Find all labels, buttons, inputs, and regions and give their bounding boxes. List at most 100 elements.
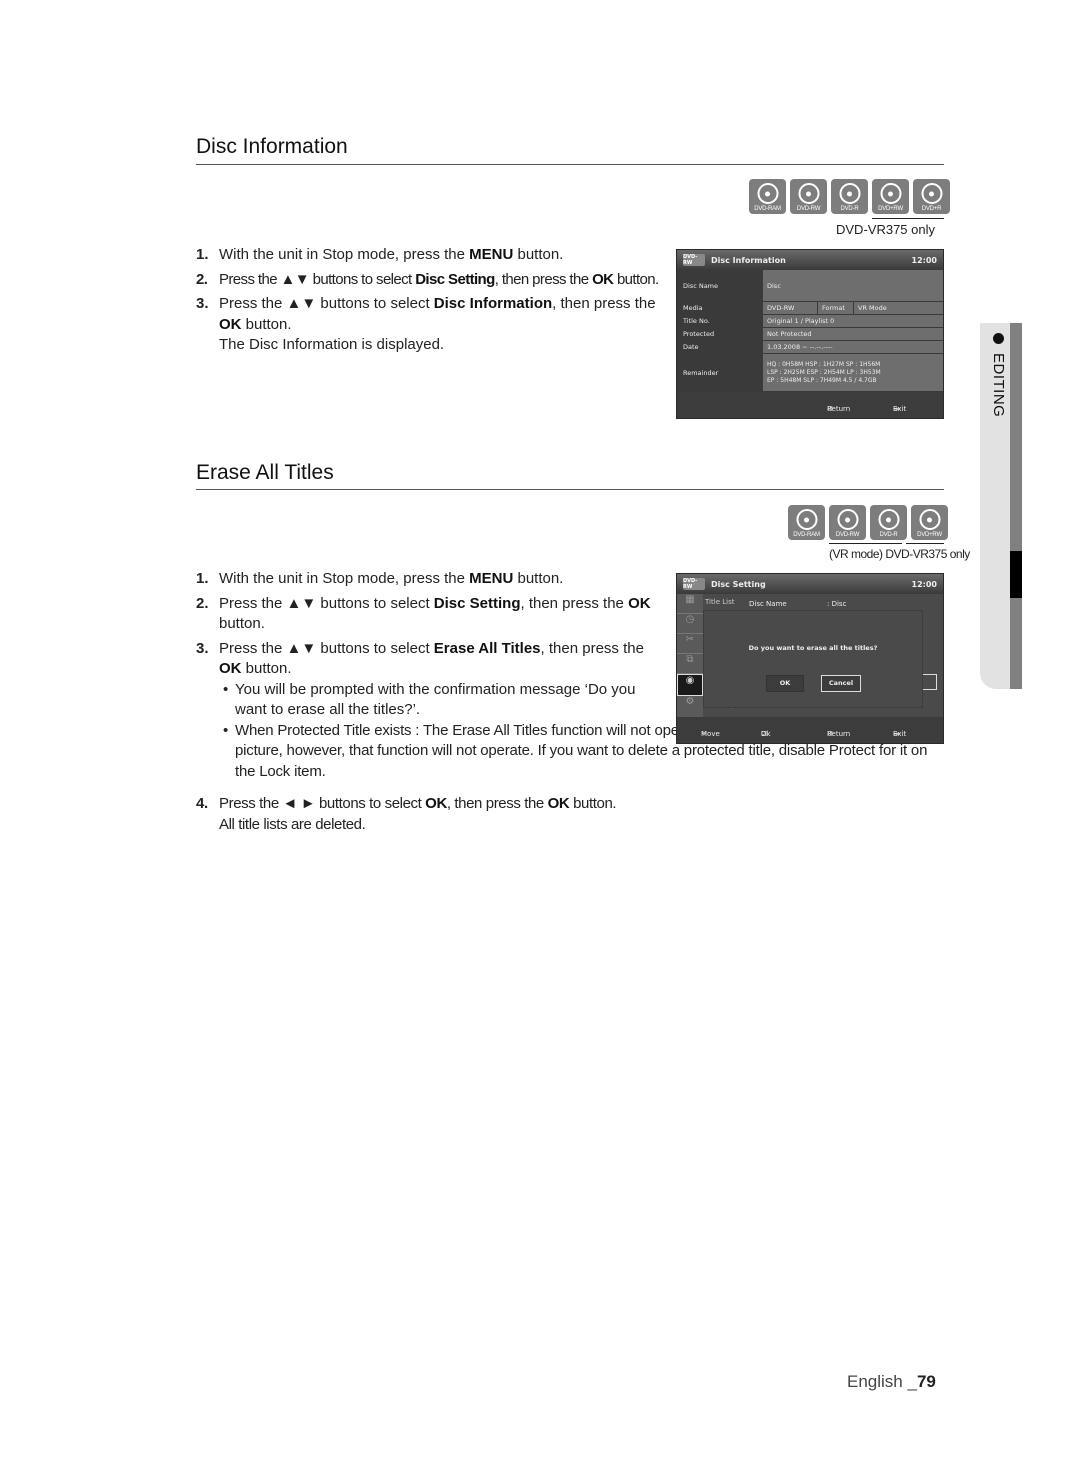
step-number: 2. xyxy=(196,594,209,612)
disc-icon xyxy=(757,183,778,204)
row-key: Media xyxy=(677,302,763,314)
disc-type-label: DVD-RW xyxy=(835,532,860,538)
row-title-no: Title No. Original 1 / Playlist 0 xyxy=(677,315,943,328)
move-label: Move xyxy=(701,730,720,738)
step-text: Press the ◄ ► buttons to select xyxy=(219,795,426,812)
step-keyword: OK xyxy=(592,270,614,288)
section-title-erase-all-titles: Erase All Titles xyxy=(196,461,334,484)
osd-title: Disc Information xyxy=(711,255,786,265)
disc-type-label: DVD-R xyxy=(879,532,898,538)
step-keyword: OK xyxy=(628,594,651,612)
row-format-value: VR Mode xyxy=(854,302,943,314)
disc-info-steps: 1. With the unit in Stop mode, press the … xyxy=(196,245,671,360)
remainder-line: HQ : 0H58M HSP : 1H27M SP : 1H56M xyxy=(767,360,881,368)
disc-type-dvd-r-icon: DVD-R xyxy=(870,505,907,540)
step-keyword: OK xyxy=(219,315,242,333)
copy-icon[interactable]: ⧉ xyxy=(677,654,703,674)
step-text: button. xyxy=(241,660,292,677)
row-key: Title No. xyxy=(677,315,763,327)
note-underline xyxy=(906,543,944,544)
note-underline xyxy=(829,543,902,544)
model-note: DVD-VR375 only xyxy=(836,222,935,237)
disc-icon xyxy=(839,183,860,204)
chapter-side-tab: EDITING xyxy=(980,323,1022,689)
step-item: 4. Press the ◄ ► buttons to select OK, th… xyxy=(196,794,666,835)
step-keyword: Disc Setting xyxy=(433,594,521,612)
gear-icon[interactable]: ⚙ xyxy=(677,696,703,716)
disc-type-label: DVD-RW xyxy=(796,206,821,212)
step-text: , then press the xyxy=(540,639,644,657)
chapter-label: EDITING xyxy=(990,353,1007,418)
row-value: Original 1 / Playlist 0 xyxy=(763,315,943,327)
step-text: Press the ▲▼ buttons to select xyxy=(219,270,416,288)
disc-information-screen: DVD-RW Disc Information 12:00 Disc Name … xyxy=(676,249,944,419)
disc-name-label: Disc Name xyxy=(749,600,787,608)
model-only-note: DVD-VR375 only xyxy=(885,547,970,561)
step-text: , then press the xyxy=(552,295,656,312)
disc-icon xyxy=(837,509,858,530)
step-text: Press the ▲▼ buttons to select xyxy=(219,639,434,657)
scissors-icon[interactable]: ✂ xyxy=(677,634,703,654)
disc-setting-screen: DVD-RW Disc Setting 12:00 ▦ ◷ ✂ ⧉ ◉ ⚙ Ti… xyxy=(676,573,944,744)
exit-label: Exit xyxy=(893,405,907,413)
step-note: You will be prompted with the confirmati… xyxy=(219,680,666,721)
cancel-button[interactable]: Cancel xyxy=(821,675,861,692)
dvd-rw-badge-icon: DVD-RW xyxy=(683,254,705,266)
disc-type-icons: DVD-RAM DVD-RW DVD-R DVD+RW xyxy=(788,505,948,540)
disc-type-dvdplusr-icon: DVD+R xyxy=(913,179,950,214)
step-text: button. xyxy=(513,570,564,587)
return-label: Return xyxy=(827,405,851,413)
osd-header: DVD-RW Disc Setting 12:00 xyxy=(677,574,943,594)
disc-name-value: : Disc xyxy=(827,600,847,608)
row-key: Date xyxy=(677,341,763,353)
row-remainder: Remainder HQ : 0H58M HSP : 1H27M SP : 1H… xyxy=(677,354,943,392)
disc-type-dvd-ram-icon: DVD-RAM xyxy=(749,179,786,214)
step-keyword: MENU xyxy=(469,246,514,263)
page-footer: English _79 xyxy=(847,1372,936,1392)
disc-type-label: DVD-R xyxy=(840,206,859,212)
osd-time: 12:00 xyxy=(911,579,937,589)
disc-type-dvdplusrw-icon: DVD+RW xyxy=(872,179,909,214)
step-result: The Disc Information is displayed. xyxy=(219,336,445,353)
return-label: Return xyxy=(827,730,851,738)
tab-marker xyxy=(1010,551,1022,598)
step-keyword: Disc Information xyxy=(433,295,553,312)
row-disc-name: Disc Name Disc xyxy=(677,270,943,302)
step-keyword: MENU xyxy=(469,570,514,587)
step-number: 1. xyxy=(196,570,209,587)
step-text: button. xyxy=(219,615,265,632)
step-item: 2. Press the ▲▼ buttons to select Disc Se… xyxy=(196,594,666,635)
section-divider xyxy=(196,164,944,165)
step-item: 3. Press the ▲▼ buttons to select Erase A… xyxy=(196,639,927,783)
menu-item-title-list[interactable]: Title List xyxy=(705,598,734,606)
step-item: 2. Press the ▲▼ buttons to select Disc Se… xyxy=(196,270,671,291)
row-format-key: Format xyxy=(818,302,854,314)
page-language: English _ xyxy=(847,1372,917,1391)
step-keyword: OK xyxy=(219,660,242,677)
clock-icon[interactable]: ◷ xyxy=(677,614,703,634)
row-date: Date 1.03.2008 ~ --.--.---- xyxy=(677,341,943,354)
erase-all-steps: 1. With the unit in Stop mode, press the … xyxy=(196,569,927,839)
row-key: Remainder xyxy=(677,354,763,391)
disc-type-dvd-rw-icon: DVD-RW xyxy=(790,179,827,214)
step-text: , then press the xyxy=(520,594,629,612)
film-icon[interactable]: ▦ xyxy=(677,594,703,614)
row-value: Not Protected xyxy=(763,328,943,340)
step-keyword: OK xyxy=(425,795,447,812)
row-protected: Protected Not Protected xyxy=(677,328,943,341)
step-item: 1. With the unit in Stop mode, press the … xyxy=(196,569,666,590)
osd-header: DVD-RW Disc Information 12:00 xyxy=(677,250,943,270)
step-number: 4. xyxy=(196,795,208,812)
bullet-dot-icon xyxy=(993,333,1004,344)
step-keyword: Disc Setting xyxy=(415,270,495,288)
osd-footer: ↺ Return ⇥ Exit xyxy=(677,392,943,418)
row-key: Disc Name xyxy=(677,270,763,301)
step-item: 3. Press the ▲▼ buttons to select Disc In… xyxy=(196,294,671,356)
ok-button[interactable]: OK xyxy=(766,675,804,692)
disc-type-dvd-rw-icon: DVD-RW xyxy=(829,505,866,540)
row-media: Media DVD-RW Format VR Mode xyxy=(677,302,943,315)
disc-setting-icon[interactable]: ◉ xyxy=(677,674,703,696)
disc-icon xyxy=(921,183,942,204)
step-number: 1. xyxy=(196,246,209,263)
note-underline xyxy=(872,218,944,219)
